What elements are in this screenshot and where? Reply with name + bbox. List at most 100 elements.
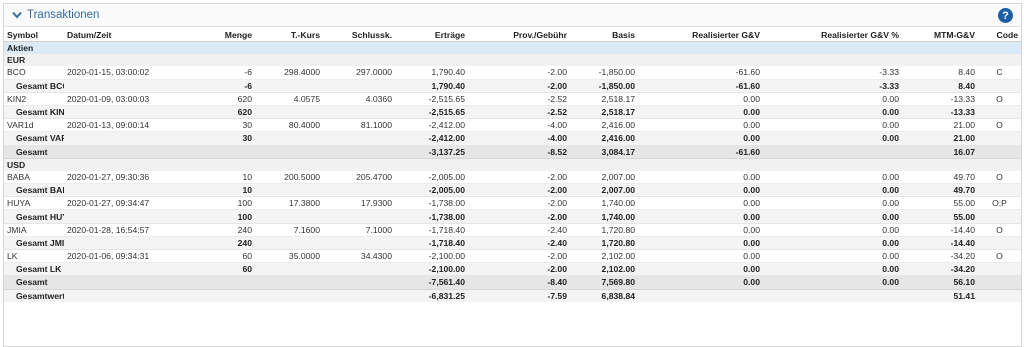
table-cell: -61.60: [638, 145, 763, 159]
table-cell: [255, 262, 323, 277]
table-cell: -3,137.25: [395, 145, 468, 159]
table-cell: -7,561.40: [395, 275, 468, 290]
column-header[interactable]: Symbol: [4, 28, 64, 42]
column-header[interactable]: Datum/Zeit: [64, 28, 190, 42]
table-cell: 49.70: [902, 183, 978, 198]
table-cell: 2020-01-13, 09:00:14: [64, 118, 190, 133]
column-header[interactable]: T.-Kurs: [255, 28, 323, 42]
table-cell: -2,005.00: [395, 170, 468, 185]
table-cell: [323, 289, 395, 302]
table-cell: [978, 79, 1021, 93]
table-cell: 0.00: [638, 105, 763, 120]
section-row-label: Aktien: [4, 41, 1021, 55]
table-cell: 81.1000: [323, 118, 395, 133]
column-header[interactable]: Prov./Gebühr: [468, 28, 570, 42]
table-cell: O: [978, 118, 1021, 133]
table-cell: -6: [190, 79, 255, 93]
table-cell: Gesamt BCO: [4, 79, 64, 93]
table-cell: 2,007.00: [570, 170, 638, 185]
table-cell: -2.00: [468, 249, 570, 264]
table-cell: 620: [190, 105, 255, 120]
table-cell: [763, 145, 902, 159]
table-cell: [978, 209, 1021, 224]
table-cell: [323, 262, 395, 277]
table-cell: -1,850.00: [570, 66, 638, 80]
table-cell: 0.00: [763, 249, 902, 264]
column-header[interactable]: Menge: [190, 28, 255, 42]
table-cell: 2,007.00: [570, 183, 638, 198]
table-cell: -2,100.00: [395, 262, 468, 277]
table-cell: 0.00: [763, 183, 902, 198]
chevron-down-icon[interactable]: [10, 8, 24, 22]
table-cell: -1,718.40: [395, 223, 468, 237]
table-cell: 297.0000: [323, 66, 395, 80]
table-cell: 298.4000: [255, 66, 323, 80]
table-cell: 7.1000: [323, 223, 395, 237]
table-cell: O: [978, 170, 1021, 185]
table-cell: HUYA: [4, 196, 64, 211]
table-cell: 1,720.80: [570, 236, 638, 251]
column-header[interactable]: Realisierter G&V: [638, 28, 763, 42]
column-header[interactable]: Schlussk.: [323, 28, 395, 42]
table-cell: -4.00: [468, 118, 570, 133]
column-header[interactable]: Code: [978, 28, 1021, 42]
table-cell: -2.00: [468, 262, 570, 277]
table-cell: -1,850.00: [570, 79, 638, 93]
table-cell: 16.07: [902, 145, 978, 159]
table-cell: Gesamt: [4, 275, 64, 290]
table-cell: -2.00: [468, 209, 570, 224]
table-cell: 6,838.84: [570, 289, 638, 302]
table-cell: -8.52: [468, 145, 570, 159]
column-header[interactable]: MTM-G&V: [902, 28, 978, 42]
table-cell: [64, 183, 190, 198]
table-cell: 0.00: [638, 249, 763, 264]
subtotal-row: Gesamt BCO -6 1,790.40 -2.00 -1,850.00 -61.60…: [4, 79, 1021, 93]
table-cell: 51.41: [902, 289, 978, 302]
column-header[interactable]: Erträge: [395, 28, 468, 42]
currency-row-label: USD: [4, 158, 1021, 171]
table-cell: 0.00: [638, 131, 763, 146]
currency-total-row: Gesamt -7,561.40 -8.40 7,569.80 0.00 0.00 56.1…: [4, 275, 1021, 290]
column-header[interactable]: Realisierter G&V %: [763, 28, 902, 42]
table-cell: [978, 183, 1021, 198]
subtotal-row: Gesamt LK 60 -2,100.00 -2.00 2,102.00 0.00 0.0…: [4, 262, 1021, 277]
table-cell: O: [978, 249, 1021, 264]
table-cell: 205.4700: [323, 170, 395, 185]
table-cell: 0.00: [638, 262, 763, 277]
table-cell: JMIA: [4, 223, 64, 237]
panel-header[interactable]: Transaktionen: [4, 4, 1021, 27]
column-header[interactable]: Basis: [570, 28, 638, 42]
table-cell: 1,720.80: [570, 223, 638, 237]
help-icon[interactable]: ?: [998, 8, 1013, 23]
table-cell: 0.00: [763, 209, 902, 224]
table-cell: -2,515.65: [395, 105, 468, 120]
table-cell: BABA: [4, 170, 64, 185]
table-cell: [255, 79, 323, 93]
table-cell: 1,740.00: [570, 196, 638, 211]
table-cell: [978, 131, 1021, 146]
table-cell: 0.00: [763, 92, 902, 106]
table-cell: -2.00: [468, 170, 570, 185]
table-cell: 100: [190, 196, 255, 211]
table-cell: 0.00: [763, 170, 902, 185]
table-cell: -6,831.25: [395, 289, 468, 302]
table-cell: 0.00: [638, 209, 763, 224]
table-cell: 0.00: [638, 196, 763, 211]
table-cell: 2,102.00: [570, 262, 638, 277]
table-cell: -2,005.00: [395, 183, 468, 198]
table-cell: 7.1600: [255, 223, 323, 237]
table-cell: 55.00: [902, 209, 978, 224]
section-row: Aktien: [4, 41, 1021, 55]
currency-total-row: Gesamt -3,137.25 -8.52 3,084.17 -61.60 16.07: [4, 145, 1021, 159]
subtotal-row: Gesamt BABA10-2,005.00-2.002,007.000.000…: [4, 183, 1021, 198]
table-cell: LK: [4, 249, 64, 264]
table-cell: -2.52: [468, 92, 570, 106]
table-cell: -2,100.00: [395, 249, 468, 264]
table-cell: -2,515.65: [395, 92, 468, 106]
currency-row: USD: [4, 158, 1021, 171]
table-cell: [323, 209, 395, 224]
table-cell: KIN2: [4, 92, 64, 106]
table-cell: 80.4000: [255, 118, 323, 133]
subtotal-row: Gesamt VAR1d30-2,412.00-4.002,416.000.00…: [4, 131, 1021, 146]
table-cell: -34.20: [902, 249, 978, 264]
